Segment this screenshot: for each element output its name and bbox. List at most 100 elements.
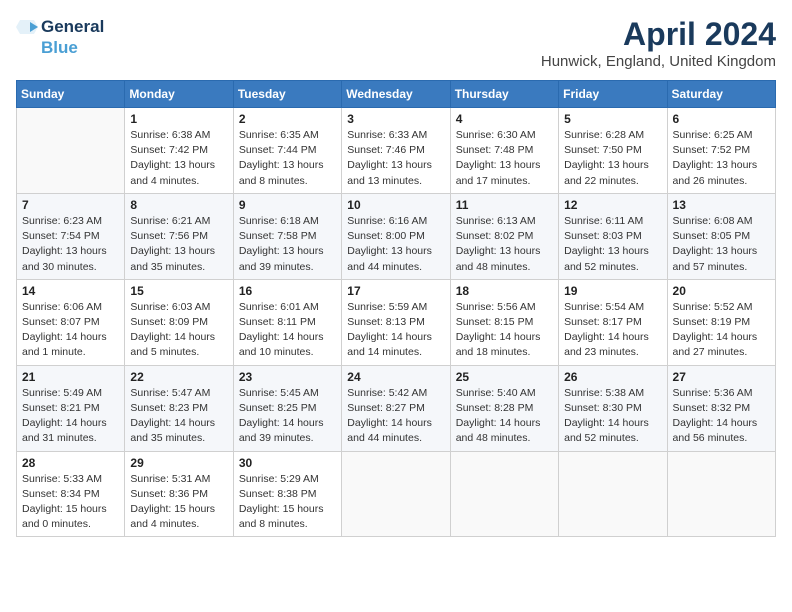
- day-number: 26: [564, 370, 661, 384]
- calendar-cell: 26Sunrise: 5:38 AM Sunset: 8:30 PM Dayli…: [559, 365, 667, 451]
- day-info: Sunrise: 6:28 AM Sunset: 7:50 PM Dayligh…: [564, 128, 661, 189]
- page-header: General Blue April 2024 Hunwick, England…: [16, 16, 776, 70]
- day-info: Sunrise: 6:21 AM Sunset: 7:56 PM Dayligh…: [130, 214, 227, 275]
- day-number: 5: [564, 112, 661, 126]
- day-info: Sunrise: 5:52 AM Sunset: 8:19 PM Dayligh…: [673, 300, 770, 361]
- day-info: Sunrise: 6:25 AM Sunset: 7:52 PM Dayligh…: [673, 128, 770, 189]
- day-info: Sunrise: 6:08 AM Sunset: 8:05 PM Dayligh…: [673, 214, 770, 275]
- calendar-cell: 4 Sunrise: 6:30 AM Sunset: 7:48 PM Daylig…: [450, 108, 558, 194]
- calendar-cell: 8 Sunrise: 6:21 AM Sunset: 7:56 PM Daylig…: [125, 193, 233, 279]
- day-info: Sunrise: 5:59 AM Sunset: 8:13 PM Dayligh…: [347, 300, 444, 361]
- day-info: Sunrise: 6:18 AM Sunset: 7:58 PM Dayligh…: [239, 214, 336, 275]
- day-info: Sunrise: 6:11 AM Sunset: 8:03 PM Dayligh…: [564, 214, 661, 275]
- day-info: Sunrise: 5:31 AM Sunset: 8:36 PM Dayligh…: [130, 472, 227, 533]
- day-info: Sunrise: 6:30 AM Sunset: 7:48 PM Dayligh…: [456, 128, 553, 189]
- day-number: 6: [673, 112, 770, 126]
- day-number: 27: [673, 370, 770, 384]
- day-number: 24: [347, 370, 444, 384]
- calendar-week-row: 1Sunrise: 6:38 AM Sunset: 7:42 PM Daylig…: [17, 108, 776, 194]
- day-number: 13: [673, 198, 770, 212]
- calendar-cell: 15Sunrise: 6:03 AM Sunset: 8:09 PM Dayli…: [125, 279, 233, 365]
- day-info: Sunrise: 5:42 AM Sunset: 8:27 PM Dayligh…: [347, 386, 444, 447]
- calendar-cell: 27 Sunrise: 5:36 AM Sunset: 8:32 PM Dayli…: [667, 365, 775, 451]
- logo: General Blue: [16, 16, 104, 58]
- day-info: Sunrise: 6:01 AM Sunset: 8:11 PM Dayligh…: [239, 300, 336, 361]
- calendar-header-saturday: Saturday: [667, 81, 775, 108]
- calendar-cell: [342, 451, 450, 537]
- day-info: Sunrise: 5:47 AM Sunset: 8:23 PM Dayligh…: [130, 386, 227, 447]
- calendar-table: SundayMondayTuesdayWednesdayThursdayFrid…: [16, 80, 776, 537]
- day-number: 12: [564, 198, 661, 212]
- day-number: 8: [130, 198, 227, 212]
- calendar-cell: 3 Sunrise: 6:33 AM Sunset: 7:46 PM Daylig…: [342, 108, 450, 194]
- day-info: Sunrise: 6:38 AM Sunset: 7:42 PM Dayligh…: [130, 128, 227, 189]
- day-number: 2: [239, 112, 336, 126]
- calendar-cell: 13 Sunrise: 6:08 AM Sunset: 8:05 PM Dayli…: [667, 193, 775, 279]
- calendar-cell: 30 Sunrise: 5:29 AM Sunset: 8:38 PM Dayli…: [233, 451, 341, 537]
- calendar-cell: 18Sunrise: 5:56 AM Sunset: 8:15 PM Dayli…: [450, 279, 558, 365]
- calendar-cell: 16 Sunrise: 6:01 AM Sunset: 8:11 PM Dayli…: [233, 279, 341, 365]
- calendar-week-row: 14 Sunrise: 6:06 AM Sunset: 8:07 PM Dayli…: [17, 279, 776, 365]
- day-info: Sunrise: 6:16 AM Sunset: 8:00 PM Dayligh…: [347, 214, 444, 275]
- title-block: April 2024 Hunwick, England, United King…: [541, 16, 776, 70]
- day-info: Sunrise: 6:06 AM Sunset: 8:07 PM Dayligh…: [22, 300, 119, 361]
- calendar-cell: [17, 108, 125, 194]
- calendar-cell: 20 Sunrise: 5:52 AM Sunset: 8:19 PM Dayli…: [667, 279, 775, 365]
- day-number: 29: [130, 456, 227, 470]
- day-number: 16: [239, 284, 336, 298]
- calendar-header-thursday: Thursday: [450, 81, 558, 108]
- calendar-week-row: 7 Sunrise: 6:23 AM Sunset: 7:54 PM Daylig…: [17, 193, 776, 279]
- day-number: 22: [130, 370, 227, 384]
- day-info: Sunrise: 6:33 AM Sunset: 7:46 PM Dayligh…: [347, 128, 444, 189]
- day-number: 10: [347, 198, 444, 212]
- day-info: Sunrise: 6:23 AM Sunset: 7:54 PM Dayligh…: [22, 214, 119, 275]
- calendar-header-row: SundayMondayTuesdayWednesdayThursdayFrid…: [17, 81, 776, 108]
- calendar-cell: 10 Sunrise: 6:16 AM Sunset: 8:00 PM Dayli…: [342, 193, 450, 279]
- calendar-cell: 5 Sunrise: 6:28 AM Sunset: 7:50 PM Daylig…: [559, 108, 667, 194]
- calendar-cell: 29 Sunrise: 5:31 AM Sunset: 8:36 PM Dayli…: [125, 451, 233, 537]
- logo-blue: Blue: [41, 38, 78, 58]
- calendar-cell: [667, 451, 775, 537]
- calendar-cell: [559, 451, 667, 537]
- day-info: Sunrise: 5:29 AM Sunset: 8:38 PM Dayligh…: [239, 472, 336, 533]
- day-info: Sunrise: 6:03 AM Sunset: 8:09 PM Dayligh…: [130, 300, 227, 361]
- day-number: 21: [22, 370, 119, 384]
- calendar-cell: 6 Sunrise: 6:25 AM Sunset: 7:52 PM Daylig…: [667, 108, 775, 194]
- month-title: April 2024: [541, 16, 776, 53]
- calendar-cell: 14 Sunrise: 6:06 AM Sunset: 8:07 PM Dayli…: [17, 279, 125, 365]
- day-number: 28: [22, 456, 119, 470]
- calendar-cell: 25Sunrise: 5:40 AM Sunset: 8:28 PM Dayli…: [450, 365, 558, 451]
- day-number: 14: [22, 284, 119, 298]
- day-number: 19: [564, 284, 661, 298]
- calendar-header-friday: Friday: [559, 81, 667, 108]
- day-info: Sunrise: 5:54 AM Sunset: 8:17 PM Dayligh…: [564, 300, 661, 361]
- day-info: Sunrise: 5:33 AM Sunset: 8:34 PM Dayligh…: [22, 472, 119, 533]
- calendar-cell: 23 Sunrise: 5:45 AM Sunset: 8:25 PM Dayli…: [233, 365, 341, 451]
- calendar-cell: 24 Sunrise: 5:42 AM Sunset: 8:27 PM Dayli…: [342, 365, 450, 451]
- day-number: 20: [673, 284, 770, 298]
- day-number: 4: [456, 112, 553, 126]
- calendar-header-wednesday: Wednesday: [342, 81, 450, 108]
- day-number: 30: [239, 456, 336, 470]
- calendar-cell: 19 Sunrise: 5:54 AM Sunset: 8:17 PM Dayli…: [559, 279, 667, 365]
- calendar-week-row: 28 Sunrise: 5:33 AM Sunset: 8:34 PM Dayli…: [17, 451, 776, 537]
- day-number: 17: [347, 284, 444, 298]
- day-number: 23: [239, 370, 336, 384]
- day-info: Sunrise: 5:36 AM Sunset: 8:32 PM Dayligh…: [673, 386, 770, 447]
- day-info: Sunrise: 5:45 AM Sunset: 8:25 PM Dayligh…: [239, 386, 336, 447]
- calendar-week-row: 21Sunrise: 5:49 AM Sunset: 8:21 PM Dayli…: [17, 365, 776, 451]
- calendar-cell: 9 Sunrise: 6:18 AM Sunset: 7:58 PM Daylig…: [233, 193, 341, 279]
- calendar-cell: 28 Sunrise: 5:33 AM Sunset: 8:34 PM Dayli…: [17, 451, 125, 537]
- day-number: 7: [22, 198, 119, 212]
- day-number: 3: [347, 112, 444, 126]
- day-number: 9: [239, 198, 336, 212]
- day-info: Sunrise: 5:56 AM Sunset: 8:15 PM Dayligh…: [456, 300, 553, 361]
- calendar-cell: 17 Sunrise: 5:59 AM Sunset: 8:13 PM Dayli…: [342, 279, 450, 365]
- location: Hunwick, England, United Kingdom: [541, 53, 776, 70]
- calendar-cell: 21Sunrise: 5:49 AM Sunset: 8:21 PM Dayli…: [17, 365, 125, 451]
- day-info: Sunrise: 6:13 AM Sunset: 8:02 PM Dayligh…: [456, 214, 553, 275]
- day-number: 25: [456, 370, 553, 384]
- calendar-cell: 2Sunrise: 6:35 AM Sunset: 7:44 PM Daylig…: [233, 108, 341, 194]
- calendar-cell: [450, 451, 558, 537]
- calendar-cell: 1Sunrise: 6:38 AM Sunset: 7:42 PM Daylig…: [125, 108, 233, 194]
